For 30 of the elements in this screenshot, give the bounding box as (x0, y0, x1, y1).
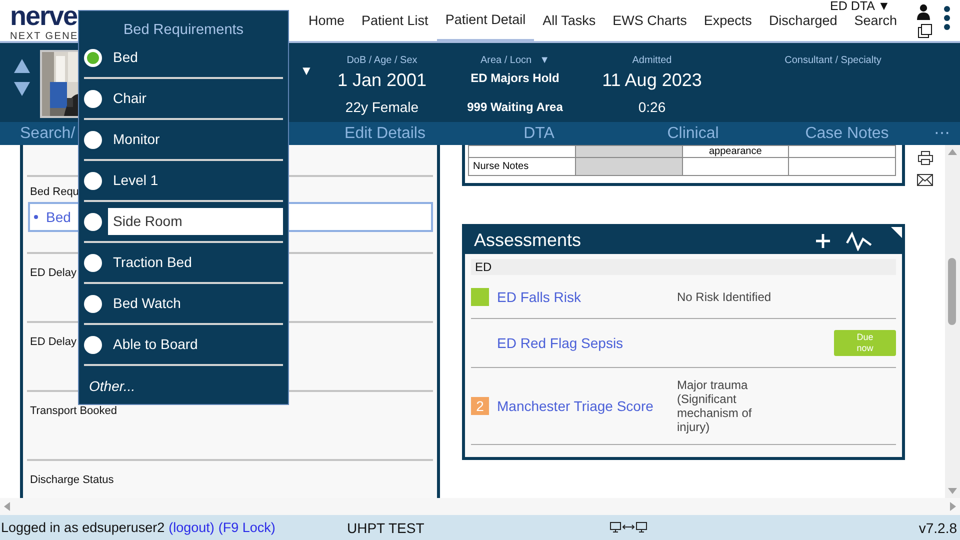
group-header: ED (471, 259, 896, 275)
field-detail: 999 Waiting Area (467, 99, 563, 115)
table-cell: Nurse Notes (468, 158, 576, 176)
field-value: 11 Aug 2023 (602, 69, 702, 92)
score-badge: 2 (471, 397, 489, 415)
field-value: ED Majors Hold (470, 70, 560, 87)
field-label: Discharge Status (30, 473, 114, 487)
field-detail: 0:26 (638, 99, 666, 115)
panel-title: Assessments (474, 230, 582, 251)
field-label: Admitted (632, 55, 672, 67)
login-text: Logged in as edsuperuser2 (1, 520, 165, 535)
assessment-result: No Risk Identified (677, 290, 772, 304)
assessment-result: Major trauma (Significant mechanism of injury) (677, 378, 753, 434)
field-label: ED Delay (30, 335, 76, 349)
popup-title: Bed Requirements (122, 21, 245, 38)
version-label: v7.2.8 (918, 520, 958, 536)
field-label: Bed Requ (30, 185, 79, 199)
table-cell: appearance (682, 146, 789, 158)
field-label: DoB / Age / Sex (346, 55, 418, 67)
environment-name: UHPT TEST (346, 520, 426, 536)
field-label: Area / Locn (480, 55, 532, 67)
field-value: 1 Jan 2001 (337, 69, 427, 92)
logo-wordmark: nerve (10, 4, 78, 29)
logo-tagline: NEXT GENE (10, 30, 78, 44)
field-label: ED Delay (30, 266, 76, 280)
field-detail: 22y Female (345, 99, 419, 115)
selected-value: Bed (46, 209, 71, 225)
field-label: Transport Booked (30, 404, 118, 418)
field-label: Consultant / Specialty (784, 55, 882, 67)
due-status-badge: Due now (834, 330, 896, 356)
